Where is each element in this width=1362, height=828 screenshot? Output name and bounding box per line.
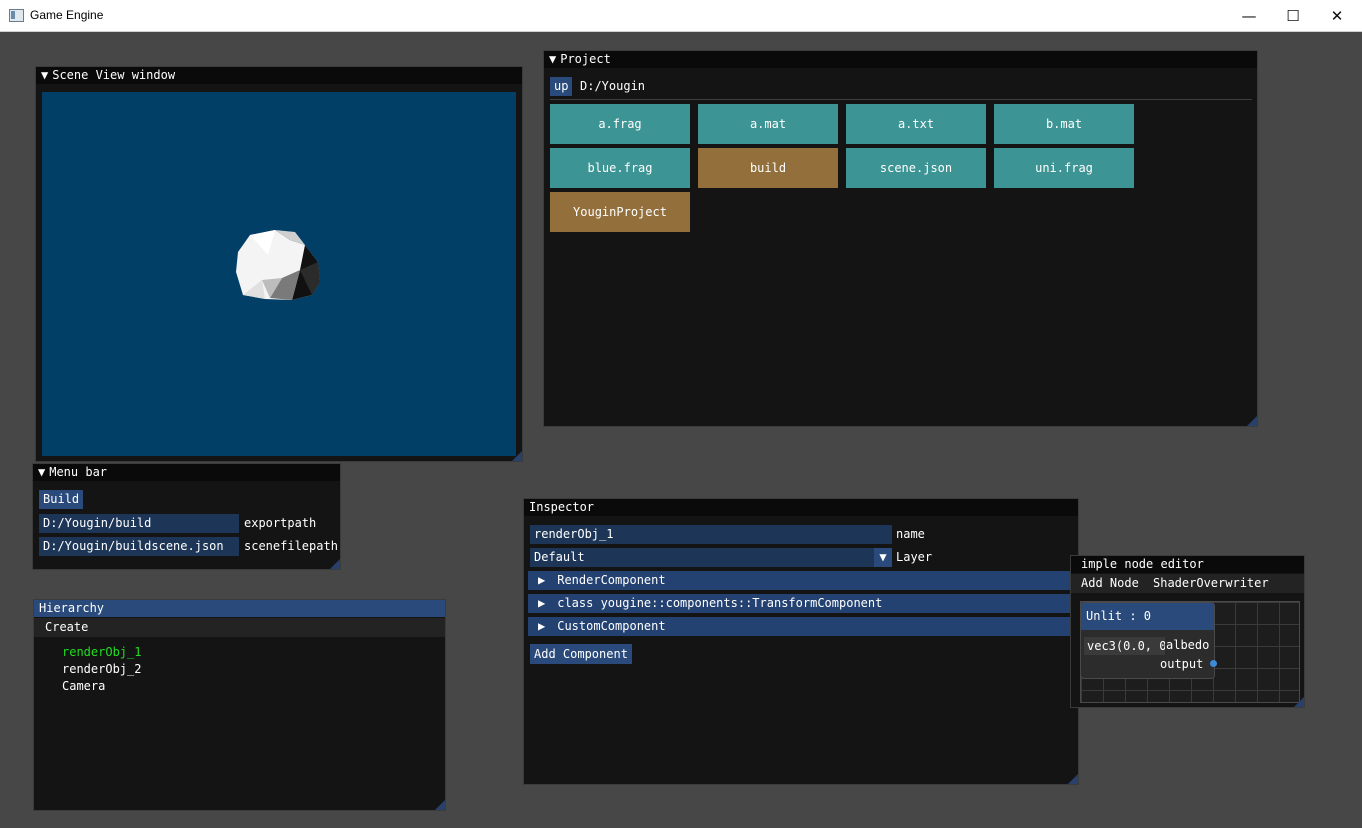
name-label: name	[896, 527, 925, 541]
export-path-label: exportpath	[244, 516, 317, 530]
menu-bar-panel: ▼ Menu bar Build D:/Yougin/build exportpa…	[32, 463, 341, 570]
project-folder-tile[interactable]: YouginProject	[550, 192, 690, 232]
add-node-menu[interactable]: Add Node	[1081, 576, 1139, 590]
project-file-tile[interactable]: a.frag	[550, 104, 690, 144]
inspector-panel: Inspector renderObj_1 name Default ▼ Lay…	[523, 498, 1079, 785]
hierarchy-titlebar[interactable]: Hierarchy	[34, 600, 445, 617]
close-button[interactable]: ✕	[1314, 0, 1360, 31]
export-path-input[interactable]: D:/Yougin/build	[39, 514, 239, 533]
hierarchy-item[interactable]: Camera	[62, 678, 141, 695]
layer-select[interactable]: Default	[530, 548, 874, 567]
create-menu[interactable]: Create	[45, 620, 88, 634]
project-titlebar[interactable]: ▼ Project	[544, 51, 1257, 68]
maximize-button[interactable]: ☐	[1270, 0, 1316, 31]
node-editor-title: imple node editor	[1081, 557, 1204, 571]
scene-view-title: Scene View window	[52, 68, 176, 82]
scene-view-panel: ▼ Scene View window	[35, 66, 523, 462]
resize-grip[interactable]	[512, 451, 522, 461]
node-editor-panel: imple node editor Add Node ShaderOverwri…	[1070, 555, 1305, 708]
hierarchy-item[interactable]: renderObj_1	[62, 644, 141, 661]
project-panel: ▼ Project up D:/Yougin a.frag a.mat a.txt b.…	[543, 50, 1258, 427]
component-header[interactable]: ▶ class yougine::components::TransformCom…	[528, 594, 1076, 613]
albedo-pin-label: albedo	[1166, 638, 1210, 652]
expand-arrow-icon[interactable]: ▶	[538, 573, 545, 587]
resize-grip[interactable]	[330, 559, 340, 569]
app-icon	[9, 9, 24, 22]
project-title: Project	[560, 52, 611, 66]
albedo-input[interactable]: vec3(0.0, 0.	[1084, 637, 1165, 655]
scene-render	[236, 230, 320, 300]
scene-viewport[interactable]	[42, 92, 516, 456]
separator	[550, 99, 1252, 100]
shader-overwriter-menu[interactable]: ShaderOverwriter	[1153, 576, 1269, 590]
resize-grip[interactable]	[435, 800, 445, 810]
scene-view-titlebar[interactable]: ▼ Scene View window	[36, 67, 522, 84]
project-file-tile[interactable]: b.mat	[994, 104, 1134, 144]
project-file-tile[interactable]: uni.frag	[994, 148, 1134, 188]
hierarchy-list: renderObj_1 renderObj_2 Camera	[62, 644, 141, 695]
build-button[interactable]: Build	[39, 490, 84, 509]
scene-file-path-label: scenefilepath	[244, 539, 338, 553]
project-file-tile[interactable]: a.mat	[698, 104, 838, 144]
collapse-arrow-icon[interactable]: ▼	[549, 52, 556, 66]
up-button[interactable]: up	[550, 77, 573, 96]
menu-bar-title: Menu bar	[49, 465, 108, 479]
hierarchy-item[interactable]: renderObj_2	[62, 661, 141, 678]
component-header[interactable]: ▶ RenderComponent	[528, 571, 1076, 590]
project-file-tile[interactable]: scene.json	[846, 148, 986, 188]
component-label: RenderComponent	[557, 573, 666, 587]
layer-label: Layer	[896, 550, 933, 564]
project-folder-tile[interactable]: build	[698, 148, 838, 188]
output-pin[interactable]	[1210, 660, 1217, 667]
unlit-node[interactable]: Unlit : 0 vec3(0.0, 0. albedo output	[1080, 602, 1215, 679]
component-label: class yougine::components::TransformComp…	[557, 596, 883, 610]
project-file-tile[interactable]: a.txt	[846, 104, 986, 144]
hierarchy-panel: Hierarchy Create renderObj_1 renderObj_2 C…	[33, 599, 446, 811]
sphere-mesh	[236, 230, 320, 300]
output-pin-label: output	[1160, 657, 1204, 671]
minimize-button[interactable]: —	[1226, 0, 1272, 31]
scene-file-path-input[interactable]: D:/Yougin/buildscene.json	[39, 537, 239, 556]
hierarchy-title: Hierarchy	[39, 601, 105, 615]
menu-bar-titlebar[interactable]: ▼ Menu bar	[33, 464, 340, 481]
inspector-titlebar[interactable]: Inspector	[524, 499, 1078, 516]
window-titlebar: Game Engine — ☐ ✕	[0, 0, 1362, 32]
resize-grip[interactable]	[1247, 416, 1257, 426]
component-label: CustomComponent	[557, 619, 666, 633]
project-path: D:/Yougin	[580, 79, 646, 93]
node-editor-menubar: Add Node ShaderOverwriter	[1071, 574, 1304, 593]
expand-arrow-icon[interactable]: ▶	[538, 596, 545, 610]
window-title: Game Engine	[30, 8, 104, 22]
component-header[interactable]: ▶ CustomComponent	[528, 617, 1076, 636]
dropdown-arrow-icon[interactable]: ▼	[874, 548, 892, 567]
expand-arrow-icon[interactable]: ▶	[538, 619, 545, 633]
node-title: Unlit : 0	[1081, 603, 1214, 630]
resize-grip[interactable]	[1294, 697, 1304, 707]
inspector-title: Inspector	[529, 500, 595, 514]
object-name-input[interactable]: renderObj_1	[530, 525, 892, 544]
collapse-arrow-icon[interactable]: ▼	[41, 68, 48, 82]
resize-grip[interactable]	[1068, 774, 1078, 784]
hierarchy-menubar: Create	[34, 618, 445, 637]
add-component-button[interactable]: Add Component	[530, 644, 632, 664]
collapse-arrow-icon[interactable]: ▼	[38, 465, 45, 479]
node-editor-titlebar[interactable]: imple node editor	[1071, 556, 1304, 573]
project-file-tile[interactable]: blue.frag	[550, 148, 690, 188]
